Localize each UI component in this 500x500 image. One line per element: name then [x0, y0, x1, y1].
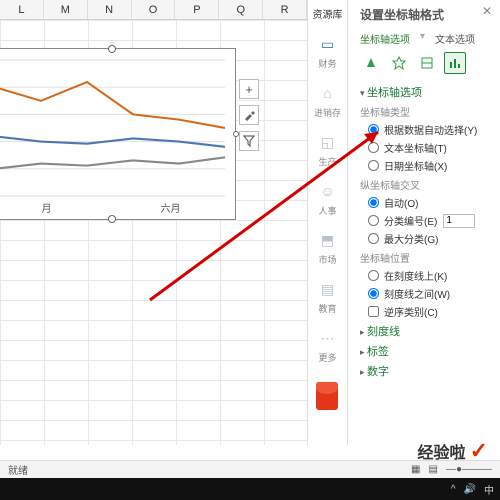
tray-volume-icon[interactable]: 🔊 [464, 484, 476, 495]
section-axis-options[interactable]: 坐标轴选项 [360, 84, 490, 100]
cube-icon: ◱ [317, 131, 339, 153]
resource-more[interactable]: ⋯更多 [313, 327, 343, 364]
spreadsheet-area[interactable]: L M N O P Q R [0, 0, 308, 445]
opt-cross-auto[interactable]: 自动(O) [368, 195, 490, 210]
opt-between-tick[interactable]: 刻度线之间(W) [368, 286, 490, 301]
label-vaxis-cross: 纵坐标轴交叉 [360, 177, 490, 192]
opt-cross-max[interactable]: 最大分类(G) [368, 231, 490, 246]
embedded-chart[interactable]: 月 六月 + [0, 48, 236, 220]
label-axis-position: 坐标轴位置 [360, 250, 490, 265]
col-p[interactable]: P [175, 0, 219, 19]
status-ready: 就绪 [8, 462, 28, 477]
line-chart [0, 57, 225, 199]
label-axis-type: 坐标轴类型 [360, 104, 490, 119]
chart-styles-button[interactable] [239, 105, 259, 125]
axis-options-icon[interactable] [444, 52, 466, 74]
column-headers: L M N O P Q R [0, 0, 307, 20]
effects-icon[interactable] [388, 52, 410, 74]
opt-auto-by-data[interactable]: 根据数据自动选择(Y) [368, 122, 490, 137]
chart-filter-button[interactable] [239, 131, 259, 151]
opt-reverse-categories[interactable]: 逆序类别(C) [368, 304, 490, 319]
status-bar: 就绪 ▦ ▤ —●——— [0, 460, 500, 478]
resource-education[interactable]: ▤教育 [313, 278, 343, 315]
fill-line-icon[interactable] [360, 52, 382, 74]
tab-text-options[interactable]: 文本选项 [435, 31, 475, 46]
section-labels[interactable]: 标签 [360, 343, 490, 359]
view-page-icon[interactable]: ▤ [429, 464, 438, 475]
view-normal-icon[interactable]: ▦ [411, 464, 420, 475]
resource-sidebar: 资源库 ▭财务 ⌂进销存 ◱生产 ☺人事 ⬒市场 ▤教育 ⋯更多 [308, 0, 348, 445]
chart-x-labels: 月 六月 [0, 200, 235, 215]
col-r[interactable]: R [263, 0, 307, 19]
more-icon: ⋯ [317, 327, 339, 349]
resource-production[interactable]: ◱生产 [313, 131, 343, 168]
house-icon: ⌂ [317, 82, 339, 104]
book-icon: ▤ [317, 278, 339, 300]
format-axis-pane: 设置坐标轴格式 ✕ 坐标轴选项 ▾ 文本选项 坐标轴选项 坐标轴类型 根据数据自… [348, 0, 500, 445]
chart-elements-button[interactable]: + [239, 79, 259, 99]
section-tick-marks[interactable]: 刻度线 [360, 323, 490, 339]
resource-market[interactable]: ⬒市场 [313, 229, 343, 266]
pane-tabs: 坐标轴选项 ▾ 文本选项 [360, 31, 490, 46]
close-pane-button[interactable]: ✕ [482, 4, 492, 18]
size-props-icon[interactable] [416, 52, 438, 74]
opt-cross-category[interactable]: 分类编号(E) [368, 213, 490, 228]
zoom-slider[interactable]: —●——— [446, 464, 492, 475]
red-envelope-icon[interactable] [316, 382, 338, 410]
taskbar: ^ 🔊 中 [0, 478, 500, 500]
col-q[interactable]: Q [219, 0, 263, 19]
col-l[interactable]: L [0, 0, 44, 19]
people-icon: ☺ [317, 180, 339, 202]
opt-text-axis[interactable]: 文本坐标轴(T) [368, 140, 490, 155]
col-o[interactable]: O [132, 0, 176, 19]
col-n[interactable]: N [88, 0, 132, 19]
chart-icon: ⬒ [317, 229, 339, 251]
category-number-input[interactable] [443, 214, 475, 228]
resource-hr[interactable]: ☺人事 [313, 180, 343, 217]
cell-grid[interactable]: 月 六月 + [0, 20, 307, 445]
tray-up-icon[interactable]: ^ [451, 484, 456, 495]
col-m[interactable]: M [44, 0, 88, 19]
wallet-icon: ▭ [317, 33, 339, 55]
brush-icon [243, 109, 255, 121]
resource-inventory[interactable]: ⌂进销存 [313, 82, 343, 119]
resource-title: 资源库 [313, 4, 343, 27]
opt-date-axis[interactable]: 日期坐标轴(X) [368, 158, 490, 173]
tray-ime-icon[interactable]: 中 [484, 482, 494, 497]
resource-finance[interactable]: ▭财务 [313, 33, 343, 70]
pane-title: 设置坐标轴格式 [360, 6, 490, 23]
filter-icon [243, 135, 255, 147]
tab-axis-options[interactable]: 坐标轴选项 [360, 31, 410, 46]
section-number[interactable]: 数字 [360, 363, 490, 379]
opt-on-tick[interactable]: 在刻度线上(K) [368, 268, 490, 283]
